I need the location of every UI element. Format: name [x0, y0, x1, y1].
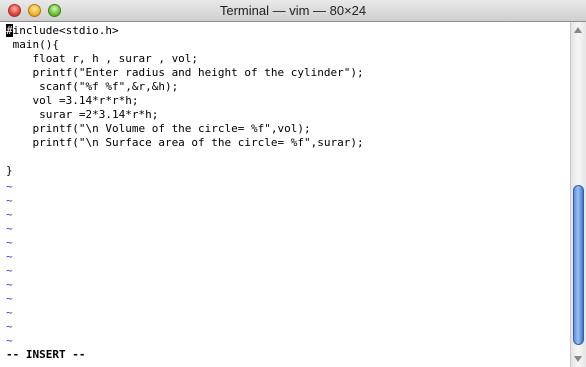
empty-line-tilde: ~ [6, 334, 13, 347]
empty-line-tilde: ~ [6, 208, 13, 221]
empty-line-tilde: ~ [6, 194, 13, 207]
vertical-scrollbar[interactable] [570, 22, 586, 367]
empty-line-tilde: ~ [6, 278, 13, 291]
code-line-8: printf("\n Volume of the circle= %f",vol… [6, 122, 311, 135]
code-line-1: #include<stdio.h> [6, 24, 119, 38]
scroll-down-arrow-icon[interactable] [574, 356, 582, 362]
empty-line-tilde: ~ [6, 264, 13, 277]
code-line-2: main(){ [6, 38, 59, 51]
terminal-window: Terminal — vim — 80×24 #include<stdio.h>… [0, 0, 586, 367]
code-line-3: float r, h , surar , vol; [6, 52, 199, 65]
empty-line-tilde: ~ [6, 292, 13, 305]
empty-line-tilde: ~ [6, 320, 13, 333]
code-line-4: printf("Enter radius and height of the c… [6, 66, 364, 79]
vim-editor[interactable]: #include<stdio.h> main(){ float r, h , s… [0, 22, 570, 367]
code-line-7: surar =2*3.14*r*h; [6, 108, 159, 121]
code-line-5: scanf("%f %f",&r,&h); [6, 80, 179, 93]
scroll-up-arrow-icon[interactable] [574, 27, 582, 33]
code-line-6: vol =3.14*r*r*h; [6, 94, 139, 107]
empty-line-tilde: ~ [6, 236, 13, 249]
scroll-thumb[interactable] [573, 185, 584, 345]
window-title: Terminal — vim — 80×24 [219, 3, 367, 18]
text-cursor: # [6, 24, 13, 37]
code-line-11: } [6, 164, 13, 177]
empty-line-tilde: ~ [6, 306, 13, 319]
title-bar[interactable]: Terminal — vim — 80×24 [0, 0, 586, 22]
empty-line-tilde: ~ [6, 250, 13, 263]
vim-mode-status: -- INSERT -- [6, 348, 86, 361]
code-line-9: printf("\n Surface area of the circle= %… [6, 136, 364, 149]
empty-line-tilde: ~ [6, 222, 13, 235]
empty-line-tilde: ~ [6, 180, 13, 193]
code-line-1-text: include<stdio.h> [12, 24, 119, 37]
